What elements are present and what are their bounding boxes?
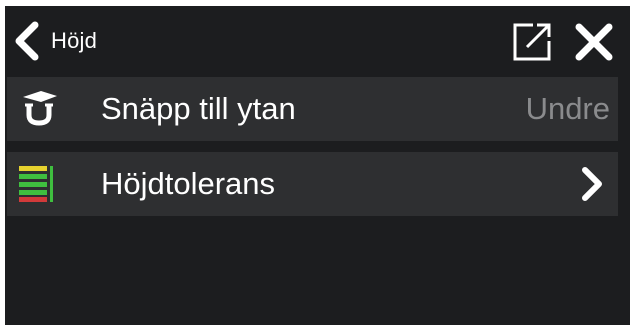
snap-to-surface-row[interactable]: Snäpp till ytan Undre [7, 77, 618, 141]
tolerance-bars-icon [19, 166, 53, 202]
height-tolerance-label: Höjdtolerans [101, 166, 276, 201]
chevron-left-icon [15, 21, 39, 61]
external-link-icon [513, 23, 551, 61]
panel-title: Höjd [51, 28, 98, 53]
height-tolerance-row[interactable]: Höjdtolerans [7, 152, 618, 216]
close-icon [575, 23, 613, 61]
snap-to-surface-label: Snäpp till ytan [101, 91, 296, 126]
popout-button[interactable] [511, 21, 553, 63]
chevron-right-icon [582, 167, 602, 201]
surface-snap-icon [23, 91, 57, 126]
back-button[interactable]: Höjd [9, 19, 97, 63]
panel-header: Höjd [5, 6, 630, 76]
close-button[interactable] [573, 21, 615, 63]
height-panel: Höjd Snäpp till ytan Undre Höjdtolerans [5, 6, 630, 325]
snap-to-surface-value: Undre [525, 91, 610, 126]
